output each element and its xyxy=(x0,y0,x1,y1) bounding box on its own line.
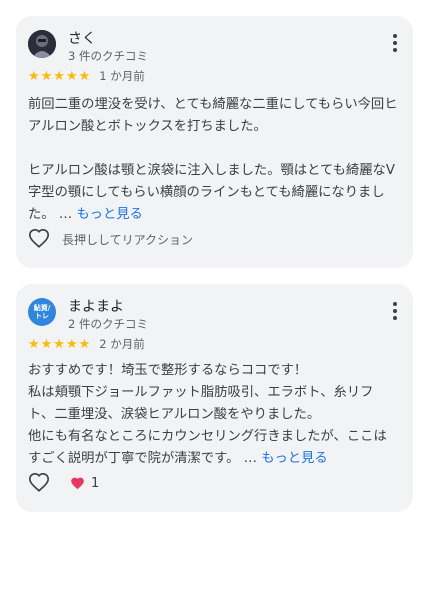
more-vert-icon-dot xyxy=(393,309,397,313)
reaction-count: 1 xyxy=(91,475,100,491)
more-vert-icon-dot xyxy=(393,48,397,52)
reviewer-name[interactable]: さく xyxy=(68,28,96,48)
heart-outline-icon[interactable] xyxy=(28,228,50,250)
review-time: 1 か月前 xyxy=(99,69,145,83)
reviewer-review-count: 2 件のクチコミ xyxy=(68,317,148,331)
reviewer-name[interactable]: まよまよ xyxy=(68,296,124,316)
review-text-content: 前回二重の埋没を受け、とても綺麗な二重にしてもらい今回ヒアルロン酸とボトックスを… xyxy=(28,97,398,222)
review-text: おすすめです！埼玉で整形するならココです！ 私は頬顎下ジョールファット脂肪吸引、… xyxy=(28,360,399,470)
review-card: 鮎資/ トレ まよまよ 2 件のクチコミ ★★★★★ 2 か月前 おすすめです！… xyxy=(16,284,413,512)
review-card: さく 3 件のクチコミ ★★★★★ 1 か月前 前回二重の埋没を受け、とても綺麗… xyxy=(16,16,413,268)
more-options-button[interactable] xyxy=(391,302,399,322)
more-vert-icon xyxy=(393,34,397,38)
read-more-link[interactable]: もっと見る xyxy=(76,207,142,222)
love-reaction-icon xyxy=(71,477,84,489)
star-rating: ★★★★★ xyxy=(28,336,92,352)
avatar-text: 鮎資/ トレ xyxy=(33,304,51,320)
reaction-row: 1 xyxy=(28,472,99,494)
more-options-button[interactable] xyxy=(391,34,399,54)
reaction-summary[interactable]: 1 xyxy=(70,476,99,491)
reviewer-avatar[interactable]: 鮎資/ トレ xyxy=(28,298,56,326)
rating-row: ★★★★★ 2 か月前 xyxy=(28,336,145,352)
review-text-content: おすすめです！埼玉で整形するならココです！ 私は頬顎下ジョールファット脂肪吸引、… xyxy=(28,363,387,466)
person-photo-icon xyxy=(28,30,56,58)
star-rating: ★★★★★ xyxy=(28,68,92,84)
review-text: 前回二重の埋没を受け、とても綺麗な二重にしてもらい今回ヒアルロン酸とボトックスを… xyxy=(28,94,399,226)
more-vert-icon-dot xyxy=(393,316,397,320)
react-hint: 長押ししてリアクション xyxy=(62,232,194,247)
rating-row: ★★★★★ 1 か月前 xyxy=(28,68,145,84)
review-time: 2 か月前 xyxy=(99,337,145,351)
reviewer-avatar[interactable] xyxy=(28,30,56,58)
more-vert-icon xyxy=(393,302,397,306)
reaction-row: 長押ししてリアクション xyxy=(28,228,193,250)
read-more-link[interactable]: もっと見る xyxy=(261,451,327,466)
reviewer-review-count: 3 件のクチコミ xyxy=(68,49,148,63)
more-vert-icon-dot xyxy=(393,41,397,45)
heart-outline-icon[interactable] xyxy=(28,472,50,494)
